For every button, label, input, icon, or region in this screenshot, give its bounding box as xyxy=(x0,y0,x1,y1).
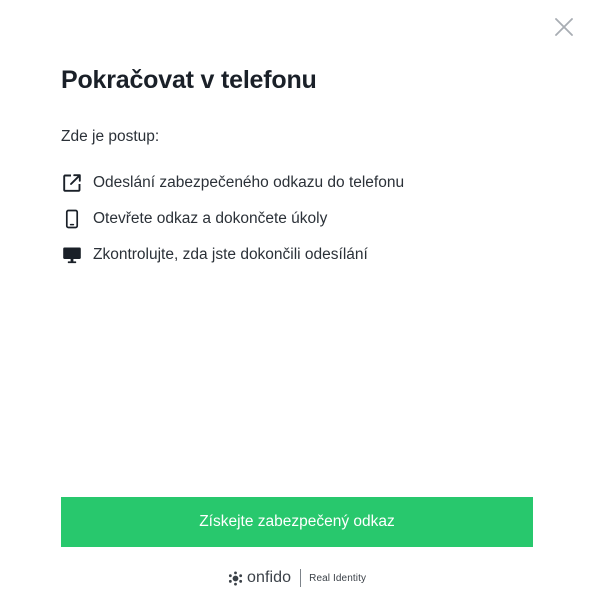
close-button[interactable] xyxy=(553,17,575,41)
steps-list: Odeslání zabezpečeného odkazu do telefon… xyxy=(61,165,404,273)
step-label: Otevřete odkaz a dokončete úkoly xyxy=(93,210,328,227)
phone-icon xyxy=(61,208,83,230)
brand-name: onfido xyxy=(246,569,292,586)
external-link-icon xyxy=(61,172,83,194)
intro-text: Zde je postup: xyxy=(61,128,160,145)
footer-branding: onfido Real Identity xyxy=(0,566,594,590)
brand-tagline: Real Identity xyxy=(309,572,367,584)
footer-divider xyxy=(300,569,302,587)
list-item: Otevřete odkaz a dokončete úkoly xyxy=(61,201,404,237)
page-title: Pokračovat v telefonu xyxy=(61,66,317,94)
close-icon xyxy=(555,17,573,41)
monitor-icon xyxy=(61,244,83,266)
get-secure-link-button[interactable]: Získejte zabezpečený odkaz xyxy=(61,497,533,547)
step-label: Zkontrolujte, zda jste dokončili odesílá… xyxy=(93,246,368,263)
list-item: Zkontrolujte, zda jste dokončili odesílá… xyxy=(61,237,404,273)
list-item: Odeslání zabezpečeného odkazu do telefon… xyxy=(61,165,404,201)
onfido-logo-icon xyxy=(228,570,243,586)
step-label: Odeslání zabezpečeného odkazu do telefon… xyxy=(93,174,405,191)
dialog: Pokračovat v telefonu Zde je postup: Ode… xyxy=(0,0,594,591)
